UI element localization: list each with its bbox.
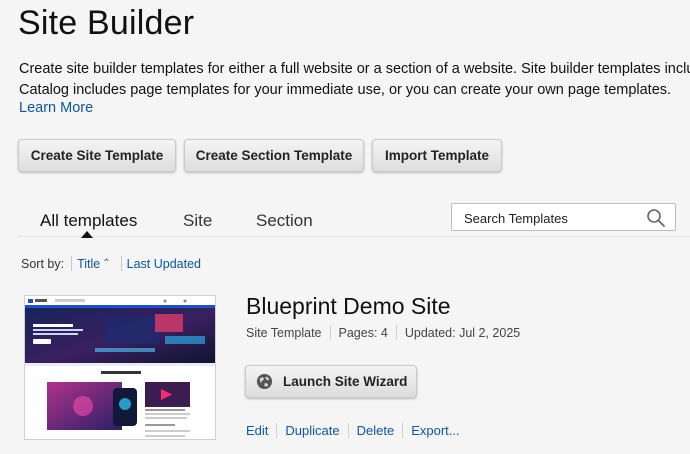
globe-icon [256, 373, 273, 390]
sort-by-title[interactable]: Title [77, 257, 100, 271]
delete-link[interactable]: Delete [357, 423, 395, 438]
template-meta: Site Template Pages: 4 Updated: Jul 2, 2… [246, 325, 520, 340]
search-icon[interactable] [646, 208, 666, 228]
sort-bar: Sort by: Title ⌃ Last Updated [21, 256, 201, 271]
launch-site-wizard-label: Launch Site Wizard [283, 374, 408, 389]
template-actions: Edit Duplicate Delete Export... [246, 423, 460, 438]
search-input[interactable] [464, 208, 644, 228]
edit-link[interactable]: Edit [246, 423, 268, 438]
search-box [451, 203, 676, 231]
page-description: Create site builder templates for either… [19, 59, 690, 101]
template-thumbnail[interactable] [24, 295, 216, 440]
template-type: Site Template [246, 325, 322, 340]
description-line-1: Create site builder templates for either… [19, 61, 690, 77]
thumbnail-preview-image [25, 296, 215, 439]
learn-more-link[interactable]: Learn More [19, 100, 93, 116]
active-tab-indicator [81, 231, 93, 238]
tab-site[interactable]: Site [183, 211, 212, 231]
template-updated: Updated: Jul 2, 2025 [404, 325, 521, 340]
template-title[interactable]: Blueprint Demo Site [246, 293, 451, 320]
duplicate-link[interactable]: Duplicate [285, 423, 339, 438]
import-template-button[interactable]: Import Template [372, 139, 502, 172]
launch-site-wizard-button[interactable]: Launch Site Wizard [245, 365, 417, 398]
create-section-template-button[interactable]: Create Section Template [184, 139, 364, 172]
description-line-2: Catalog includes page templates for your… [19, 82, 672, 98]
export-link[interactable]: Export... [411, 423, 459, 438]
meta-divider [395, 325, 397, 340]
tab-section[interactable]: Section [256, 211, 313, 231]
tab-all-templates[interactable]: All templates [40, 211, 137, 231]
sort-label: Sort by: [21, 256, 65, 271]
template-pages: Pages: 4 [338, 325, 388, 340]
action-divider [402, 423, 404, 438]
sort-divider [71, 256, 73, 271]
sort-by-last-updated[interactable]: Last Updated [127, 257, 201, 271]
action-divider [347, 423, 349, 438]
action-divider [276, 423, 278, 438]
sort-divider [120, 256, 122, 271]
page-title: Site Builder [18, 4, 195, 42]
meta-divider [329, 325, 331, 340]
sort-ascending-icon: ⌃ [102, 258, 111, 269]
create-site-template-button[interactable]: Create Site Template [18, 139, 176, 172]
